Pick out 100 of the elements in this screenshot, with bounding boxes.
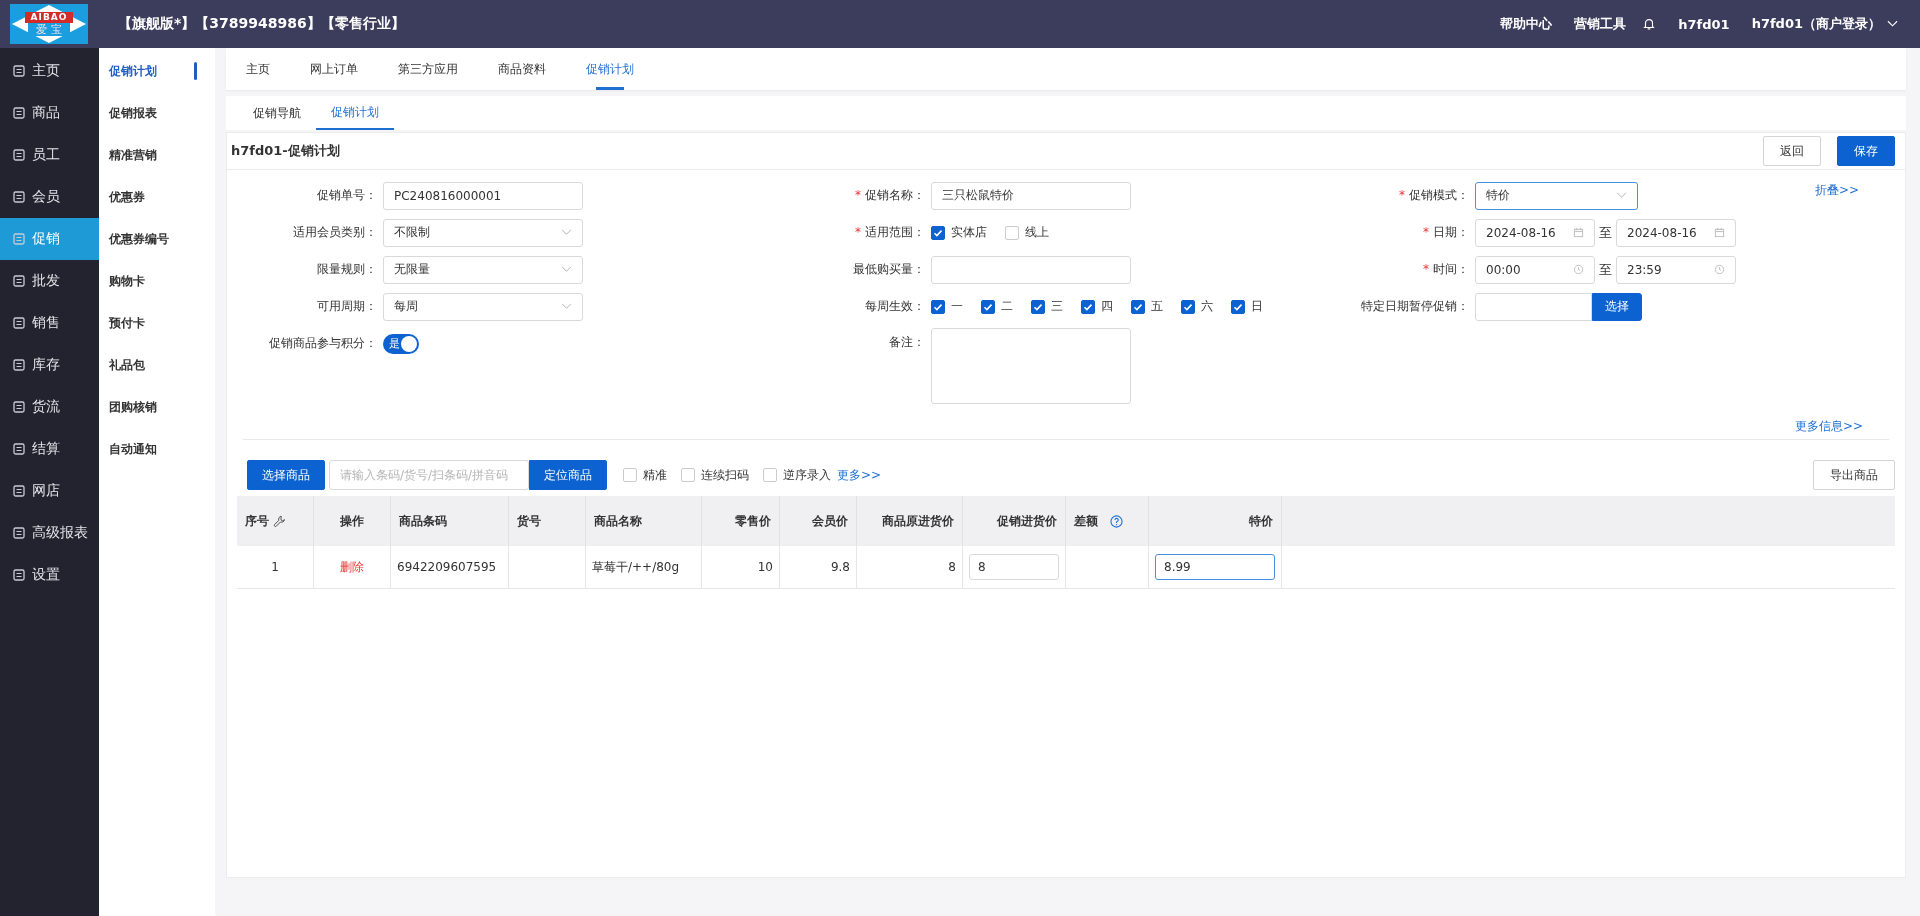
- sub-nav-item[interactable]: 精准营销: [99, 134, 215, 176]
- toggle-switch[interactable]: 是: [383, 333, 419, 354]
- sub-nav-item[interactable]: 礼品包: [99, 344, 215, 386]
- nav-item[interactable]: 货流: [0, 386, 99, 428]
- sub-nav-item[interactable]: 自动通知: [99, 428, 215, 470]
- select-field[interactable]: 无限量: [383, 255, 583, 284]
- range-separator: 至: [1599, 260, 1612, 279]
- checkbox[interactable]: [1231, 299, 1245, 314]
- chevron-down-icon: [561, 303, 572, 310]
- select-field[interactable]: 每周: [383, 292, 583, 321]
- nav-item[interactable]: 设置: [0, 554, 99, 596]
- bell-icon[interactable]: [1642, 17, 1657, 31]
- clock-icon: [1573, 264, 1584, 275]
- help-icon[interactable]: [1110, 514, 1123, 528]
- back-button[interactable]: 返回: [1763, 136, 1821, 166]
- sub-tab[interactable]: 促销导航: [238, 96, 316, 130]
- edition-title: 【旗舰版*】【3789948986】【零售行业】: [118, 15, 405, 33]
- sub-tab[interactable]: 促销计划: [316, 96, 394, 130]
- price-input[interactable]: 8: [969, 554, 1059, 580]
- table-cell: 草莓干/++/80g: [592, 559, 680, 574]
- checkbox[interactable]: [1131, 299, 1145, 314]
- tab[interactable]: 第三方应用: [398, 48, 458, 90]
- tab[interactable]: 促销计划: [586, 48, 634, 90]
- collapse-link[interactable]: 折叠>>: [1814, 182, 1859, 199]
- chevron-down-icon: [1616, 192, 1627, 199]
- sub-nav-item[interactable]: 优惠券编号: [99, 218, 215, 260]
- logo-text: AIBAO: [24, 12, 74, 23]
- clock-icon: [1714, 264, 1725, 275]
- price-input[interactable]: 8.99: [1155, 554, 1275, 580]
- checkbox[interactable]: [1081, 299, 1095, 314]
- column-header: 特价: [1249, 513, 1273, 528]
- input-field[interactable]: [931, 255, 1131, 284]
- nav-item[interactable]: 员工: [0, 134, 99, 176]
- wrench-icon[interactable]: [273, 514, 286, 528]
- nav-icon: [12, 274, 26, 288]
- tab[interactable]: 商品资料: [498, 48, 546, 90]
- header-link[interactable]: 营销工具: [1574, 15, 1627, 33]
- checkbox-label: 日: [1251, 298, 1263, 315]
- date-field[interactable]: 00:00: [1475, 255, 1595, 284]
- date-field[interactable]: 2024-08-16: [1616, 218, 1736, 247]
- date-field[interactable]: 23:59: [1616, 255, 1736, 284]
- tab[interactable]: 主页: [246, 48, 270, 90]
- search-field[interactable]: 请输入条码/货号/扫条码/拼音码: [329, 460, 529, 490]
- field-label: 限量规则：: [317, 262, 377, 276]
- locate-goods-button[interactable]: 定位商品: [529, 460, 607, 490]
- nav-item[interactable]: 批发: [0, 260, 99, 302]
- nav-icon: [12, 442, 26, 456]
- column-header: 序号: [245, 513, 269, 528]
- select-field[interactable]: 特价: [1475, 181, 1638, 210]
- chevron-down-icon[interactable]: [1887, 20, 1898, 28]
- nav-item[interactable]: 结算: [0, 428, 99, 470]
- nav-item[interactable]: 网店: [0, 470, 99, 512]
- column-header: 促销进货价: [997, 513, 1057, 528]
- header-link[interactable]: 帮助中心: [1500, 15, 1553, 33]
- date-field[interactable]: 2024-08-16: [1475, 218, 1595, 247]
- field-label: 促销单号：: [317, 188, 377, 202]
- sub-nav-item[interactable]: 优惠券: [99, 176, 215, 218]
- table-cell: 6942209607595: [397, 560, 497, 574]
- sub-nav-item[interactable]: 促销报表: [99, 92, 215, 134]
- more-link[interactable]: 更多>>: [837, 466, 882, 484]
- nav-item[interactable]: 库存: [0, 344, 99, 386]
- notes-field[interactable]: [931, 328, 1131, 404]
- nav-item[interactable]: 高级报表: [0, 512, 99, 554]
- checkbox[interactable]: [1181, 299, 1195, 314]
- input-field[interactable]: 三只松鼠特价: [931, 181, 1131, 210]
- checkbox[interactable]: [981, 299, 995, 314]
- user-link[interactable]: h7fd01: [1678, 16, 1730, 32]
- sub-nav-item[interactable]: 预付卡: [99, 302, 215, 344]
- tab[interactable]: 网上订单: [310, 48, 358, 90]
- account-menu[interactable]: h7fd01（商户登录）: [1751, 15, 1881, 33]
- checkbox-label: 三: [1051, 298, 1063, 315]
- checkbox-label: 六: [1201, 298, 1213, 315]
- export-goods-button[interactable]: 导出商品: [1813, 460, 1895, 490]
- delete-link[interactable]: 删除: [340, 559, 364, 574]
- save-button[interactable]: 保存: [1837, 136, 1895, 166]
- field-label: 时间：: [1433, 262, 1469, 276]
- checkbox[interactable]: [931, 299, 945, 314]
- sub-nav-item[interactable]: 购物卡: [99, 260, 215, 302]
- table-cell: 10: [757, 560, 773, 574]
- select-field[interactable]: 不限制: [383, 218, 583, 247]
- select-goods-button[interactable]: 选择商品: [247, 460, 325, 490]
- nav-item[interactable]: 销售: [0, 302, 99, 344]
- nav-icon: [12, 526, 26, 540]
- required-mark: *: [855, 188, 861, 202]
- column-header: 零售价: [735, 513, 771, 528]
- sub-nav-item[interactable]: 促销计划: [99, 50, 215, 92]
- checkbox[interactable]: [931, 225, 945, 240]
- nav-item[interactable]: 商品: [0, 92, 99, 134]
- nav-item[interactable]: 主页: [0, 50, 99, 92]
- sub-nav-item[interactable]: 团购核销: [99, 386, 215, 428]
- input-field[interactable]: PC240816000001: [383, 181, 583, 210]
- more-info-link[interactable]: 更多信息>>: [1794, 418, 1863, 435]
- nav-item[interactable]: 会员: [0, 176, 99, 218]
- select-button[interactable]: 选择: [1592, 292, 1642, 321]
- nav-icon: [12, 358, 26, 372]
- nav-icon: [12, 148, 26, 162]
- column-header: 商品原进货价: [882, 513, 954, 528]
- date-picker-field[interactable]: [1475, 292, 1592, 321]
- field-label: 日期：: [1433, 225, 1469, 239]
- checkbox[interactable]: [1031, 299, 1045, 314]
